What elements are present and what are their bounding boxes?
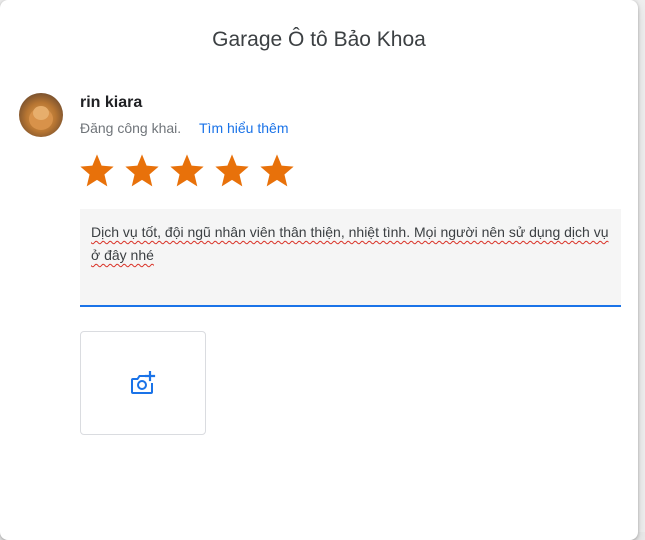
post-status-text: Đăng công khai.	[80, 120, 182, 136]
star-icon[interactable]	[78, 152, 116, 190]
star-icon[interactable]	[213, 152, 251, 190]
user-name: rin kiara	[80, 94, 143, 111]
learn-more-link[interactable]: Tìm hiểu thêm	[199, 120, 288, 136]
star-icon[interactable]	[123, 152, 161, 190]
dialog-title: Garage Ô tô Bảo Khoa	[212, 28, 426, 51]
avatar	[19, 93, 63, 137]
star-icon[interactable]	[168, 152, 206, 190]
star-icon[interactable]	[258, 152, 296, 190]
add-photo-icon	[131, 371, 156, 394]
review-input[interactable]: Dịch vụ tốt, đội ngũ nhân viên thân thiệ…	[80, 209, 621, 307]
background-edge	[638, 0, 645, 532]
star-rating[interactable]	[78, 152, 296, 190]
review-text: Dịch vụ tốt, đội ngũ nhân viên thân thiệ…	[91, 224, 609, 263]
review-dialog: Garage Ô tô Bảo Khoa rin kiara Đăng công…	[0, 0, 638, 540]
add-photo-button[interactable]	[80, 331, 206, 435]
